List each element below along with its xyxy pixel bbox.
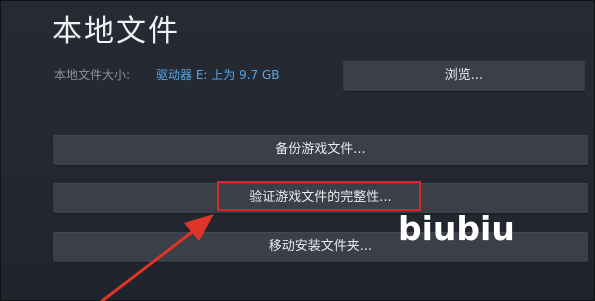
page-title: 本地文件 xyxy=(52,14,180,49)
local-files-panel: 本地文件 本地文件大小: 驱动器 E: 上为 9.7 GB 浏览... 备份游戏… xyxy=(0,0,595,301)
browse-button[interactable]: 浏览... xyxy=(343,61,585,91)
local-file-size-value: 驱动器 E: 上为 9.7 GB xyxy=(156,68,280,82)
local-file-size-label: 本地文件大小: xyxy=(54,68,131,82)
watermark-text: biubiu xyxy=(398,209,515,248)
backup-game-files-button[interactable]: 备份游戏文件... xyxy=(53,135,588,165)
